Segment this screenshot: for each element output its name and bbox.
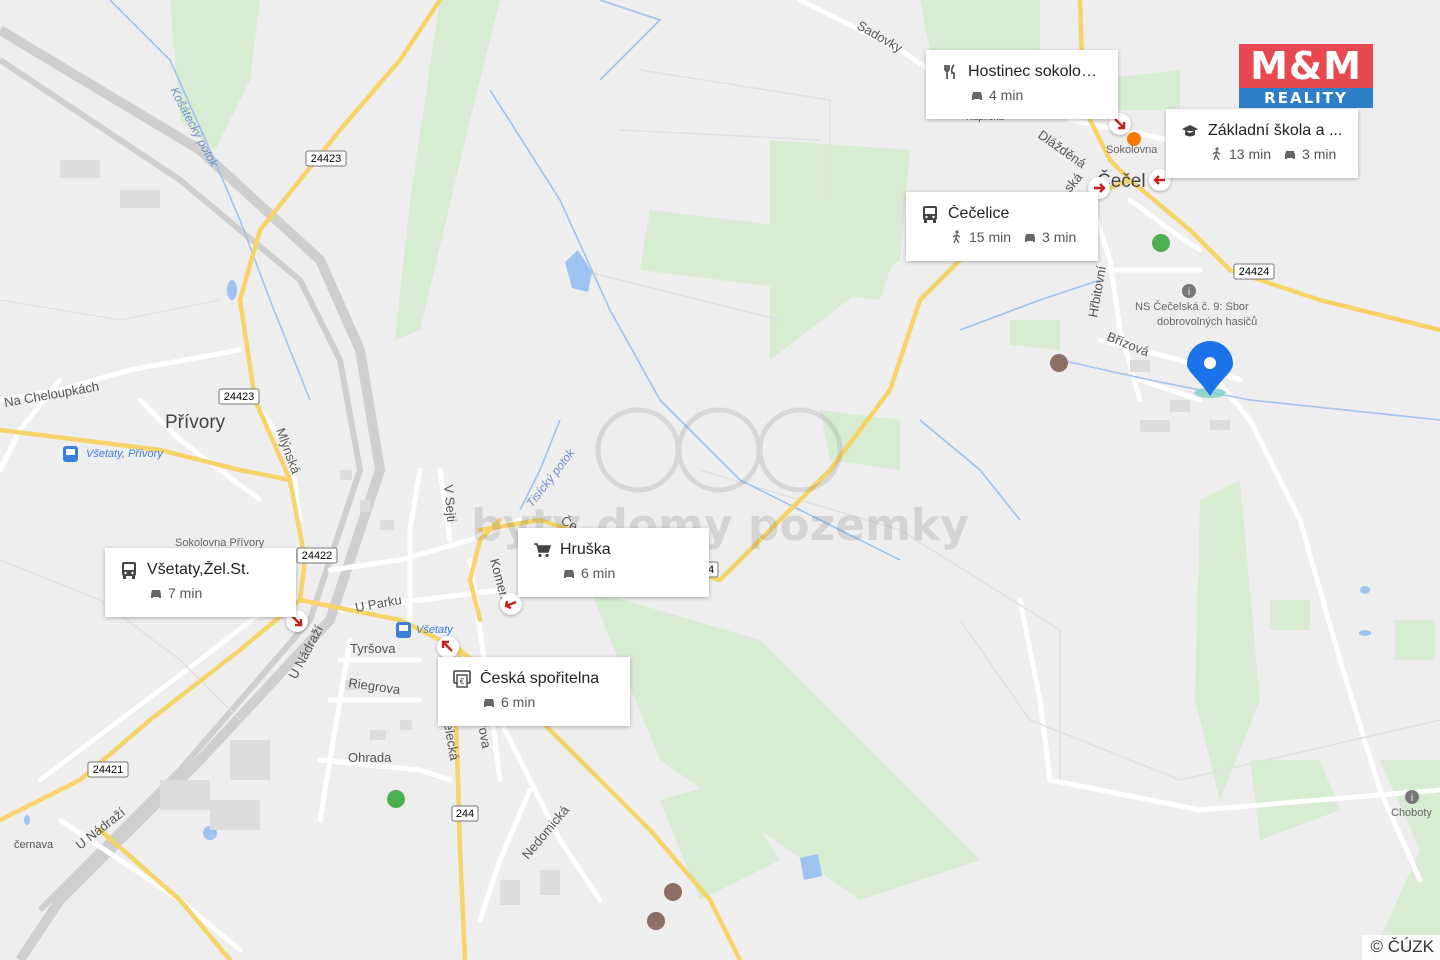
school-icon: [1180, 121, 1200, 141]
card-connector-sporitelna: [437, 636, 459, 658]
label-ohrada: Ohrada: [348, 750, 392, 765]
label-u-parku: U Parku: [354, 592, 403, 615]
poi-card-title: Čečelice: [948, 205, 1010, 222]
label-riegrova: Riegrova: [348, 675, 402, 697]
svg-text:24421: 24421: [93, 764, 124, 776]
label-vsetaty-stop: Všetaty: [416, 624, 454, 636]
museum-icon: [1050, 354, 1068, 372]
svg-text:24423: 24423: [311, 153, 342, 165]
svg-text:i: i: [1188, 287, 1190, 298]
shield-24424: 24424: [1233, 263, 1275, 280]
travel-time-car: 3 min: [1042, 229, 1077, 245]
poi-card-sporitelna[interactable]: € Česká spořitelna 6 min: [438, 657, 630, 726]
arrow-icon: [504, 600, 517, 610]
logo-top: M&M: [1239, 44, 1373, 88]
museum-icon: [664, 883, 682, 901]
label-sadovky: Sadovky: [855, 18, 906, 56]
svg-text:24424: 24424: [1239, 266, 1270, 278]
poi-card-title: Všetaty,Žel.St.: [147, 561, 250, 578]
museum-icon: [647, 912, 665, 930]
shield-244: 244: [451, 805, 479, 822]
label-rova: rova: [475, 722, 494, 750]
bus-icon: [119, 560, 139, 580]
park-icon: [387, 790, 405, 808]
travel-time-car: 4 min: [989, 87, 1024, 103]
bus-stop-icon: [63, 446, 78, 462]
label-hrbitovni: Hřbitovní: [1085, 264, 1109, 318]
car-icon: [564, 570, 574, 578]
label-celakovicka: elecká: [441, 722, 462, 762]
walk-icon: [952, 230, 961, 244]
poi-card-cecelice[interactable]: Čečelice 15 min 3 min: [906, 192, 1098, 261]
travel-time-walk: 15 min: [969, 229, 1012, 245]
car-icon: [151, 590, 161, 598]
poi-card-title: Česká spořitelna: [480, 670, 600, 687]
shield-24421: 24421: [87, 761, 129, 778]
poi-card-hruska[interactable]: Hruška 6 min: [518, 528, 709, 597]
poi-card-title: Hruška: [560, 541, 611, 558]
bus-icon: [920, 204, 940, 224]
arrow-icon: [1153, 175, 1165, 185]
svg-text:244: 244: [456, 808, 474, 820]
poi-card-title: Základní škola a ...: [1208, 122, 1343, 139]
poi-card-skola[interactable]: Základní škola a ... 13 min 3 min: [1166, 109, 1358, 178]
travel-time-walk: 13 min: [1229, 146, 1272, 162]
label-na-cheloupkach: Na Cheloupkách: [3, 378, 100, 409]
car-icon: [972, 92, 982, 100]
walk-icon: [1212, 147, 1221, 161]
shield-24423-top: 24423: [305, 150, 347, 167]
label-ns-line2: dobrovolných hasičů: [1157, 316, 1257, 328]
arrow-icon: [1114, 118, 1126, 130]
label-ns-line1: NS Čečelská č. 9: Sbor: [1135, 300, 1249, 313]
shield-24423-mid: 24423: [218, 388, 260, 405]
svg-text:i: i: [1411, 793, 1413, 804]
atm-icon: €: [452, 669, 472, 689]
travel-time-car: 3 min: [1302, 146, 1337, 162]
car-icon: [1285, 151, 1296, 159]
label-tyrsova: Tyršova: [350, 641, 396, 656]
park-icon: [1152, 234, 1170, 252]
mm-reality-logo[interactable]: M&M REALITY: [1239, 44, 1373, 108]
poi-card-title: Hostinec sokolovna: [968, 63, 1104, 80]
poi-card-vsetaty[interactable]: Všetaty,Žel.St. 7 min: [105, 548, 296, 617]
label-u-nadrazi-1: U Nádraží: [285, 622, 326, 681]
label-dlazdena: Dlážděná: [1035, 127, 1089, 171]
arrow-icon: [441, 640, 453, 652]
railway: [0, 25, 386, 960]
fire-station-icon: [1127, 132, 1141, 146]
info-icon: i: [1182, 284, 1196, 298]
travel-time-car: 6 min: [501, 694, 536, 710]
restaurant-icon: [940, 62, 960, 82]
svg-text:24422: 24422: [302, 550, 333, 562]
svg-text:€: €: [460, 677, 465, 686]
label-cernava: černava: [14, 839, 54, 851]
label-vsetaty-privory: Všetaty, Přívory: [86, 448, 164, 460]
info-icon: i: [1405, 790, 1419, 804]
svg-text:24423: 24423: [224, 391, 255, 403]
cart-icon: [532, 540, 552, 560]
map-copyright: © ČÚZK: [1362, 935, 1440, 960]
label-v-sejti: V Sejti: [441, 484, 459, 523]
car-icon: [1025, 234, 1036, 242]
travel-time-car: 6 min: [581, 565, 616, 581]
travel-time-car: 7 min: [168, 585, 203, 601]
shield-24422: 24422: [296, 547, 338, 564]
label-sokolovna-cecelice: Sokolovna: [1106, 144, 1158, 156]
poi-card-hostinec[interactable]: Hostinec sokolovna 4 min: [926, 50, 1118, 119]
car-icon: [484, 699, 494, 707]
logo-bottom: REALITY: [1239, 88, 1373, 108]
label-privory: Přívory: [165, 412, 226, 433]
bus-stop-icon: [396, 622, 411, 638]
label-choboty: Choboty: [1391, 807, 1432, 819]
